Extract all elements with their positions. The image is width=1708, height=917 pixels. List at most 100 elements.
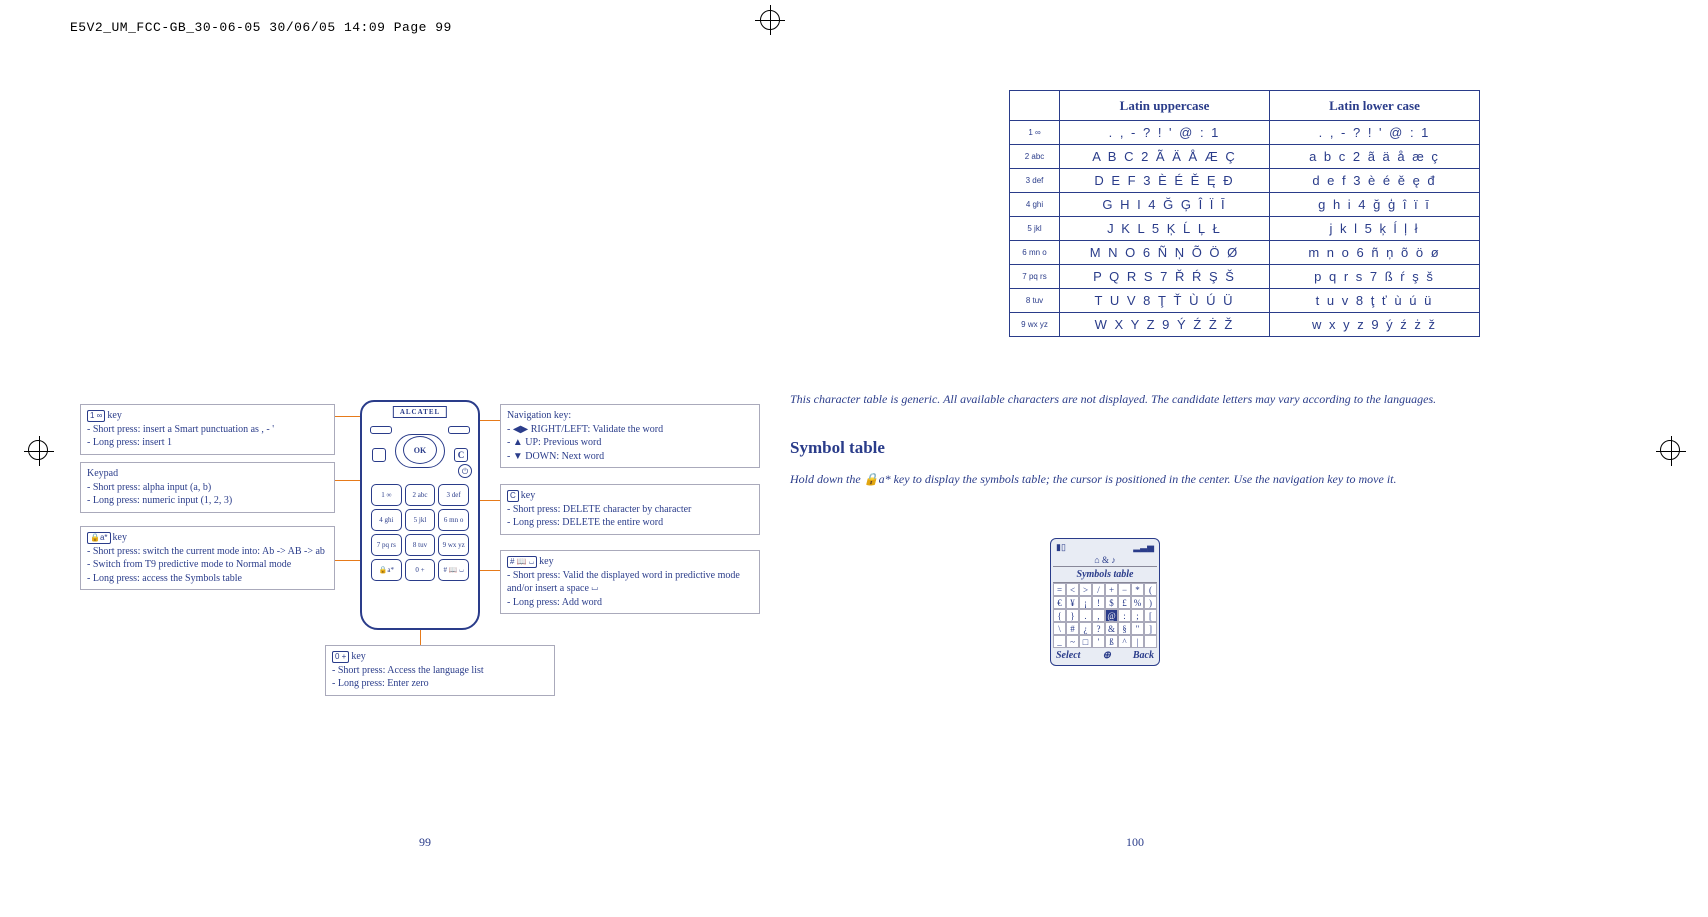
symbol-cell: ¿	[1079, 622, 1092, 635]
lower-cell: m n o 6 ñ ņ õ ö ø	[1270, 241, 1480, 265]
softkey-select: Select	[1056, 650, 1080, 661]
table-row: 1 ∞. , - ? ! ' @ : 1. , - ? ! ' @ : 1	[1010, 121, 1480, 145]
print-header: E5V2_UM_FCC-GB_30-06-05 30/06/05 14:09 P…	[70, 20, 452, 35]
key-glyph-c: C	[507, 490, 519, 502]
softkey-left	[370, 426, 392, 434]
key-cell: 7 pq rs	[1010, 265, 1060, 289]
symbol-cell: ¥	[1066, 596, 1079, 609]
symbol-cell: /	[1092, 583, 1105, 596]
key-cell: 3 def	[1010, 169, 1060, 193]
symbol-cell: }	[1066, 609, 1079, 622]
symbol-cell: \	[1053, 622, 1066, 635]
symbol-cell: *	[1131, 583, 1144, 596]
lower-cell: p q r s 7 ß ŕ ş š	[1270, 265, 1480, 289]
upper-cell: P Q R S 7 Ř Ŕ Ş Š	[1060, 265, 1270, 289]
upper-cell: M N O 6 Ñ Ņ Õ Ö Ø	[1060, 241, 1270, 265]
symbol-cell: {	[1053, 609, 1066, 622]
ok-button: OK	[403, 436, 437, 464]
symbol-table-body: Hold down the 🔒a* key to display the sym…	[790, 470, 1480, 488]
key-glyph-hash: # 📖 ⏘	[507, 556, 537, 568]
symbol-cell: ^	[1118, 635, 1131, 648]
lower-cell: w x y z 9 ý ź ż ž	[1270, 313, 1480, 337]
lower-cell: j k l 5 ķ ĺ ļ ł	[1270, 217, 1480, 241]
symbol-cell	[1144, 635, 1157, 648]
key-cell: 1 ∞	[1010, 121, 1060, 145]
symbol-cell: −	[1118, 583, 1131, 596]
symbol-cell: +	[1105, 583, 1118, 596]
softkey-right	[448, 426, 470, 434]
table-row: 9 wx yzW X Y Z 9 Ý Ź Ż Žw x y z 9 ý ź ż …	[1010, 313, 1480, 337]
battery-icon: ▮▯	[1056, 542, 1066, 553]
symbol-cell: £	[1118, 596, 1131, 609]
status-bar: ▮▯ ▂▃▅	[1053, 541, 1157, 554]
symbol-cell: ,	[1092, 609, 1105, 622]
screen-tabs: ⌂ & ♪	[1053, 554, 1157, 567]
page-99: 1 ∞key Short press: insert a Smart punct…	[80, 60, 770, 860]
key-9: 9 wx yz	[438, 534, 469, 556]
key-cell: 9 wx yz	[1010, 313, 1060, 337]
upper-cell: . , - ? ! ' @ : 1	[1060, 121, 1270, 145]
key-3: 3 def	[438, 484, 469, 506]
upper-cell: G H I 4 Ğ Ģ Î Ï Ī	[1060, 193, 1270, 217]
callout-star-key: 🔒a*key Short press: switch the current m…	[80, 526, 335, 590]
character-table: Latin uppercase Latin lower case 1 ∞. , …	[1009, 90, 1480, 337]
page-100: Latin uppercase Latin lower case 1 ∞. , …	[790, 60, 1480, 860]
crop-mark-left	[28, 440, 48, 460]
crop-mark-top	[750, 0, 790, 40]
key-cell: 6 mn o	[1010, 241, 1060, 265]
callout-hash-key: # 📖 ⏘key Short press: Valid the displaye…	[500, 550, 760, 614]
phone-brand: ALCATEL	[393, 406, 447, 418]
key-6: 6 mn o	[438, 509, 469, 531]
symbol-cell: □	[1079, 635, 1092, 648]
symbol-cell: ;	[1131, 609, 1144, 622]
symbol-cell: ß	[1105, 635, 1118, 648]
symbol-cell: ]	[1144, 622, 1157, 635]
symbol-cell: &	[1105, 622, 1118, 635]
symbols-screen: ▮▯▂▃▅ ⌂ & ♪ Symbols table =<>/+−*(€¥¡!$£…	[1050, 538, 1160, 666]
key-2: 2 abc	[405, 484, 436, 506]
upper-cell: D E F 3 È É Ě Ę Đ	[1060, 169, 1270, 193]
symbol-cell: %	[1131, 596, 1144, 609]
lower-cell: g h i 4 ğ ģ î ï ī	[1270, 193, 1480, 217]
th-uppercase: Latin uppercase	[1060, 91, 1270, 121]
symbol-cell: =	[1053, 583, 1066, 596]
symbol-cell: _	[1053, 635, 1066, 648]
table-row: 8 tuvT U V 8 Ţ Ť Ù Ú Üt u v 8 ţ ť ù ú ü	[1010, 289, 1480, 313]
symbol-cell: @	[1105, 609, 1118, 622]
call-key	[372, 448, 386, 462]
signal-icon: ▂▃▅	[1133, 542, 1154, 553]
key-8: 8 tuv	[405, 534, 436, 556]
page-number-left: 99	[419, 835, 431, 850]
upper-cell: T U V 8 Ţ Ť Ù Ú Ü	[1060, 289, 1270, 313]
symbol-cell: [	[1144, 609, 1157, 622]
nav-indicator-icon: ⊕	[1102, 650, 1110, 661]
symbol-cell: (	[1144, 583, 1157, 596]
key-0: 0 +	[405, 559, 436, 581]
phone-illustration: ALCATEL OK C ⏻ 1 ∞ 2 abc 3 def 4 ghi 5 j…	[360, 400, 480, 630]
table-row: 7 pq rsP Q R S 7 Ř Ŕ Ş Šp q r s 7 ß ŕ ş …	[1010, 265, 1480, 289]
end-key: ⏻	[458, 464, 472, 478]
upper-cell: W X Y Z 9 Ý Ź Ż Ž	[1060, 313, 1270, 337]
lower-cell: . , - ? ! ' @ : 1	[1270, 121, 1480, 145]
symbol-cell: ?	[1092, 622, 1105, 635]
table-row: 4 ghiG H I 4 Ğ Ģ Î Ï Īg h i 4 ğ ģ î ï ī	[1010, 193, 1480, 217]
screen-title: Symbols table	[1053, 567, 1157, 582]
symbol-cell: :	[1118, 609, 1131, 622]
table-row: 3 defD E F 3 È É Ě Ę Đd e f 3 è é ě ę đ	[1010, 169, 1480, 193]
symbol-table-heading: Symbol table	[790, 438, 885, 458]
key-cell: 8 tuv	[1010, 289, 1060, 313]
callout-c-key: Ckey Short press: DELETE character by ch…	[500, 484, 760, 535]
key-4: 4 ghi	[371, 509, 402, 531]
symbol-cell: $	[1105, 596, 1118, 609]
symbol-cell: <	[1066, 583, 1079, 596]
symbols-grid: =<>/+−*(€¥¡!$£%){}.,@:;[\#¿?&§"]_~□'ß^|	[1053, 582, 1157, 648]
symbol-cell: ~	[1066, 635, 1079, 648]
key-5: 5 jkl	[405, 509, 436, 531]
key-star: 🔒a*	[371, 559, 402, 581]
key-cell: 5 jkl	[1010, 217, 1060, 241]
th-lowercase: Latin lower case	[1270, 91, 1480, 121]
callout-nav-key: Navigation key: ◀▶ RIGHT/LEFT: Validate …	[500, 404, 760, 468]
key-cell: 2 abc	[1010, 145, 1060, 169]
table-row: 6 mn oM N O 6 Ñ Ņ Õ Ö Øm n o 6 ñ ņ õ ö ø	[1010, 241, 1480, 265]
symbol-cell: )	[1144, 596, 1157, 609]
